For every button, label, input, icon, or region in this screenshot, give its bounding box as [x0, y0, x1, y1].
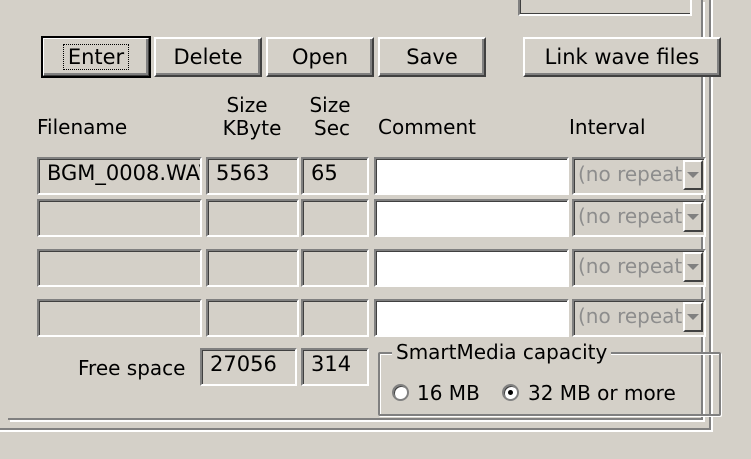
filename-field-1: BGM_0008.WAV [37, 157, 202, 195]
sec-field-1: 65 [301, 157, 369, 195]
size-sec-header-line1: Size [309, 93, 351, 117]
size-kbyte-header-line2: KByte [222, 116, 282, 140]
free-space-sec: 314 [301, 348, 369, 386]
save-button[interactable]: Save [378, 37, 486, 77]
sec-field-3 [301, 249, 369, 287]
radio-circle-icon[interactable] [392, 384, 409, 401]
open-button[interactable]: Open [266, 37, 374, 77]
interval-combo-2[interactable]: (no repeat) [572, 199, 706, 237]
enter-button-label: Enter [62, 44, 130, 70]
interval-combo-4-value: (no repeat) [578, 304, 682, 328]
filename-field-4 [37, 299, 202, 337]
free-space-kbyte: 27056 [200, 348, 297, 386]
filename-field-3 [37, 249, 202, 287]
comment-input-3[interactable] [374, 249, 569, 287]
radio-16mb-label: 16 MB [417, 381, 480, 405]
filename-field-2 [37, 199, 202, 237]
interval-header: Interval [569, 115, 646, 139]
comment-input-1[interactable] [374, 157, 569, 195]
comment-input-4[interactable] [374, 299, 569, 337]
dropdown-arrow-icon[interactable] [683, 202, 703, 232]
dropdown-arrow-icon[interactable] [683, 252, 703, 282]
interval-combo-2-value: (no repeat) [578, 204, 682, 228]
smartmedia-capacity-title: SmartMedia capacity [392, 341, 612, 363]
interval-combo-3[interactable]: (no repeat) [572, 249, 706, 287]
size-sec-header-line2: Sec [314, 116, 350, 140]
radio-selected-icon[interactable] [502, 384, 519, 401]
interval-combo-4[interactable]: (no repeat) [572, 299, 706, 337]
delete-button[interactable]: Delete [154, 37, 262, 77]
top-field-fragment [518, 0, 692, 16]
comment-input-2[interactable] [374, 199, 569, 237]
free-space-label: Free space [78, 356, 186, 380]
enter-button[interactable]: Enter [41, 36, 151, 78]
link-wave-files-button-label: Link wave files [544, 45, 700, 69]
save-button-label: Save [406, 45, 458, 69]
interval-combo-1[interactable]: (no repeat) [572, 157, 706, 195]
sec-field-2 [301, 199, 369, 237]
kbyte-field-4 [206, 299, 299, 337]
kbyte-field-2 [206, 199, 299, 237]
radio-32mb-label: 32 MB or more [528, 381, 676, 405]
dropdown-arrow-icon[interactable] [683, 302, 703, 332]
radio-32mb-or-more[interactable]: 32 MB or more [502, 382, 717, 406]
open-button-label: Open [291, 45, 349, 69]
delete-button-label: Delete [173, 45, 243, 69]
interval-combo-1-value: (no repeat) [578, 162, 682, 186]
kbyte-field-3 [206, 249, 299, 287]
link-wave-files-button[interactable]: Link wave files [523, 37, 721, 77]
radio-16mb[interactable]: 16 MB [392, 381, 480, 406]
size-kbyte-header-line1: Size [226, 93, 268, 117]
comment-header: Comment [378, 115, 476, 139]
dropdown-arrow-icon[interactable] [683, 160, 703, 190]
filename-header: Filename [37, 115, 128, 139]
interval-combo-3-value: (no repeat) [578, 254, 682, 278]
sec-field-4 [301, 299, 369, 337]
kbyte-field-1: 5563 [206, 157, 299, 195]
